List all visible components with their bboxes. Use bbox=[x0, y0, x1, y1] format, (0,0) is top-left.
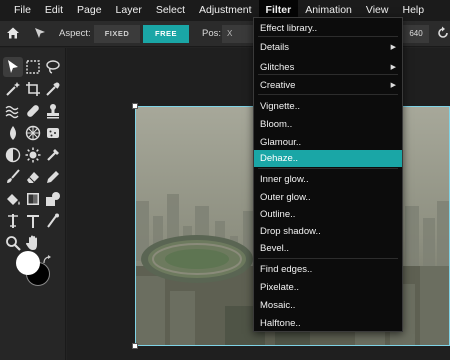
marquee-icon[interactable] bbox=[23, 57, 43, 77]
menu-select[interactable]: Select bbox=[149, 0, 192, 21]
swap-colors-icon[interactable] bbox=[42, 252, 52, 264]
filter-menu-item-bloom[interactable]: Bloom.. bbox=[254, 116, 402, 133]
menu-item-label: Drop shadow.. bbox=[260, 226, 321, 237]
pen-icon[interactable] bbox=[43, 211, 63, 231]
menu-item-label: Outer glow.. bbox=[260, 192, 311, 203]
filter-menu-item-inner-glow[interactable]: Inner glow.. bbox=[254, 171, 402, 188]
menu-item-label: Dehaze.. bbox=[260, 153, 299, 164]
pos-label: Pos: bbox=[202, 28, 222, 39]
menu-separator bbox=[258, 168, 398, 169]
filter-menu-item-halftone[interactable]: Halftone.. bbox=[254, 315, 402, 332]
sharpen-icon[interactable] bbox=[23, 123, 43, 143]
resize-handle[interactable] bbox=[132, 343, 138, 349]
blur-drop-icon[interactable] bbox=[3, 123, 23, 143]
sponge-icon[interactable] bbox=[43, 123, 63, 143]
burn-icon[interactable] bbox=[23, 145, 43, 165]
submenu-arrow-icon: ▶ bbox=[390, 82, 396, 89]
menu-item-label: Glitches bbox=[260, 62, 295, 73]
zoom-icon[interactable] bbox=[3, 233, 23, 253]
lasso-icon[interactable] bbox=[43, 57, 63, 77]
gradient-icon[interactable] bbox=[23, 189, 43, 209]
move-pointer-icon[interactable] bbox=[33, 26, 47, 45]
menu-edit[interactable]: Edit bbox=[38, 0, 70, 21]
menu-page[interactable]: Page bbox=[70, 0, 109, 21]
eraser-icon[interactable] bbox=[23, 167, 43, 187]
select-arrow-icon[interactable] bbox=[3, 57, 23, 77]
filter-menu-item-vignette[interactable]: Vignette.. bbox=[254, 98, 402, 115]
menu-item-label: Find edges.. bbox=[260, 264, 313, 275]
filter-menu-item-outer-glow[interactable]: Outer glow.. bbox=[254, 189, 402, 206]
hand-icon[interactable] bbox=[23, 233, 43, 253]
menu-item-label: Glamour.. bbox=[260, 137, 302, 148]
foreground-color-swatch[interactable] bbox=[16, 251, 40, 275]
menu-item-label: Vignette.. bbox=[260, 101, 300, 112]
rotate-icon[interactable] bbox=[436, 26, 450, 45]
stamp-icon[interactable] bbox=[43, 101, 63, 121]
menu-item-label: Effect library.. bbox=[260, 23, 318, 34]
submenu-arrow-icon: ▶ bbox=[390, 64, 396, 71]
aspect-fixed-button[interactable]: FIXED bbox=[94, 25, 140, 43]
filter-menu-item-find-edges[interactable]: Find edges.. bbox=[254, 261, 402, 278]
filter-menu-item-mosaic[interactable]: Mosaic.. bbox=[254, 297, 402, 314]
color-replace-icon[interactable] bbox=[43, 145, 63, 165]
filter-menu-item-details[interactable]: Details ▶ bbox=[254, 39, 402, 56]
magic-wand-icon[interactable] bbox=[3, 79, 23, 99]
resize-handle[interactable] bbox=[132, 103, 138, 109]
filter-menu-item-dehaze[interactable]: Dehaze.. bbox=[254, 150, 402, 167]
menu-separator bbox=[258, 94, 398, 95]
menu-item-label: Mosaic.. bbox=[260, 300, 296, 311]
filter-menu-item-outline[interactable]: Outline.. bbox=[254, 206, 402, 223]
filter-menu-item-creative[interactable]: Creative ▶ bbox=[254, 77, 402, 94]
aspect-label: Aspect: bbox=[59, 28, 91, 39]
tools-panel bbox=[0, 48, 66, 360]
dodge-icon[interactable] bbox=[3, 145, 23, 165]
text-icon[interactable] bbox=[23, 211, 43, 231]
shape-icon[interactable] bbox=[43, 189, 63, 209]
menu-item-label: Outline.. bbox=[260, 209, 296, 220]
menu-item-label: Inner glow.. bbox=[260, 174, 309, 185]
menu-item-label: Bevel.. bbox=[260, 243, 290, 254]
filter-menu-item-glamour[interactable]: Glamour.. bbox=[254, 134, 402, 151]
filter-menu-item-pixelate[interactable]: Pixelate.. bbox=[254, 279, 402, 296]
smudge-icon[interactable] bbox=[3, 211, 23, 231]
menu-layer[interactable]: Layer bbox=[109, 0, 149, 21]
home-icon[interactable] bbox=[6, 26, 20, 45]
aspect-free-button[interactable]: FREE bbox=[143, 25, 189, 43]
menu-item-label: Halftone.. bbox=[260, 318, 301, 329]
menu-adjustment[interactable]: Adjustment bbox=[192, 0, 259, 21]
menu-item-label: Details bbox=[260, 42, 290, 53]
menu-file[interactable]: File bbox=[7, 0, 38, 21]
filter-menu-item-bevel[interactable]: Bevel.. bbox=[254, 240, 402, 257]
eyedropper-icon[interactable] bbox=[43, 79, 63, 99]
bandage-icon[interactable] bbox=[23, 101, 43, 121]
filter-menu-item-effect-library[interactable]: Effect library.. bbox=[254, 20, 402, 37]
filter-menu-item-glitches[interactable]: Glitches ▶ bbox=[254, 59, 402, 76]
paint-bucket-icon[interactable] bbox=[3, 189, 23, 209]
crop-icon[interactable] bbox=[23, 79, 43, 99]
menu-item-label: Pixelate.. bbox=[260, 282, 300, 293]
liquify-icon[interactable] bbox=[3, 101, 23, 121]
menu-item-label: Creative bbox=[260, 80, 296, 91]
menu-item-label: Bloom.. bbox=[260, 119, 293, 130]
brush-icon[interactable] bbox=[3, 167, 23, 187]
size-input[interactable]: 640 bbox=[403, 25, 429, 43]
menu-separator bbox=[258, 258, 398, 259]
pos-x-input[interactable]: X bbox=[222, 25, 254, 43]
filter-dropdown-menu: Effect library.. Details ▶ Glitches ▶ Creativ… bbox=[253, 17, 403, 332]
pencil-icon[interactable] bbox=[43, 167, 63, 187]
submenu-arrow-icon: ▶ bbox=[390, 44, 396, 51]
filter-menu-item-drop-shadow[interactable]: Drop shadow.. bbox=[254, 223, 402, 240]
